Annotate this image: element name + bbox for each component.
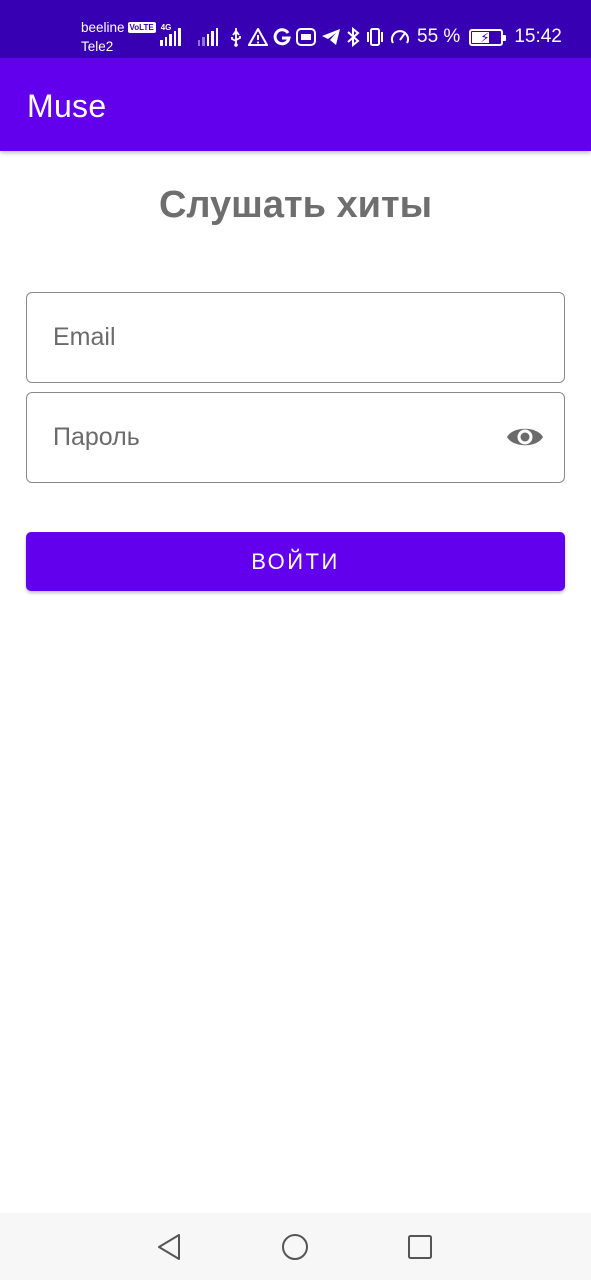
status-icons: 55 % ⚡ 15:42 (160, 22, 562, 52)
page-heading: Слушать хиты (158, 184, 433, 226)
google-icon (273, 28, 291, 46)
clock: 15:42 (514, 26, 562, 47)
password-input[interactable] (53, 393, 493, 482)
password-field[interactable] (26, 392, 565, 483)
usb-icon (229, 27, 243, 47)
signal-icon (197, 28, 218, 46)
vibrate-icon (365, 28, 385, 46)
status-bar: beeline VoLTE 4G Tele2 55 % ⚡ 15:42 (0, 0, 591, 58)
app-bar: Muse (0, 58, 591, 151)
home-icon[interactable] (279, 1231, 311, 1263)
login-button[interactable]: ВОЙТИ (26, 532, 565, 591)
signal-icon (160, 28, 181, 46)
eye-icon[interactable] (506, 423, 544, 456)
bluetooth-icon (346, 27, 360, 47)
battery-percent: 55 % (417, 26, 461, 47)
carrier-info: beeline VoLTE 4G Tele2 (81, 18, 171, 56)
back-icon[interactable] (154, 1231, 186, 1263)
carrier-2-name: Tele2 (81, 39, 114, 54)
email-field[interactable] (26, 292, 565, 383)
volte-badge: VoLTE (127, 22, 156, 33)
recents-icon[interactable] (404, 1231, 436, 1263)
battery-icon: ⚡ (469, 28, 507, 46)
navigation-bar (0, 1213, 591, 1280)
carrier-1-name: beeline (81, 20, 125, 35)
app-title: Muse (27, 88, 107, 124)
telegram-icon (321, 28, 341, 46)
speedometer-icon (390, 28, 410, 46)
email-input[interactable] (53, 293, 493, 382)
vpn-icon (296, 28, 316, 46)
warning-icon (248, 28, 268, 46)
